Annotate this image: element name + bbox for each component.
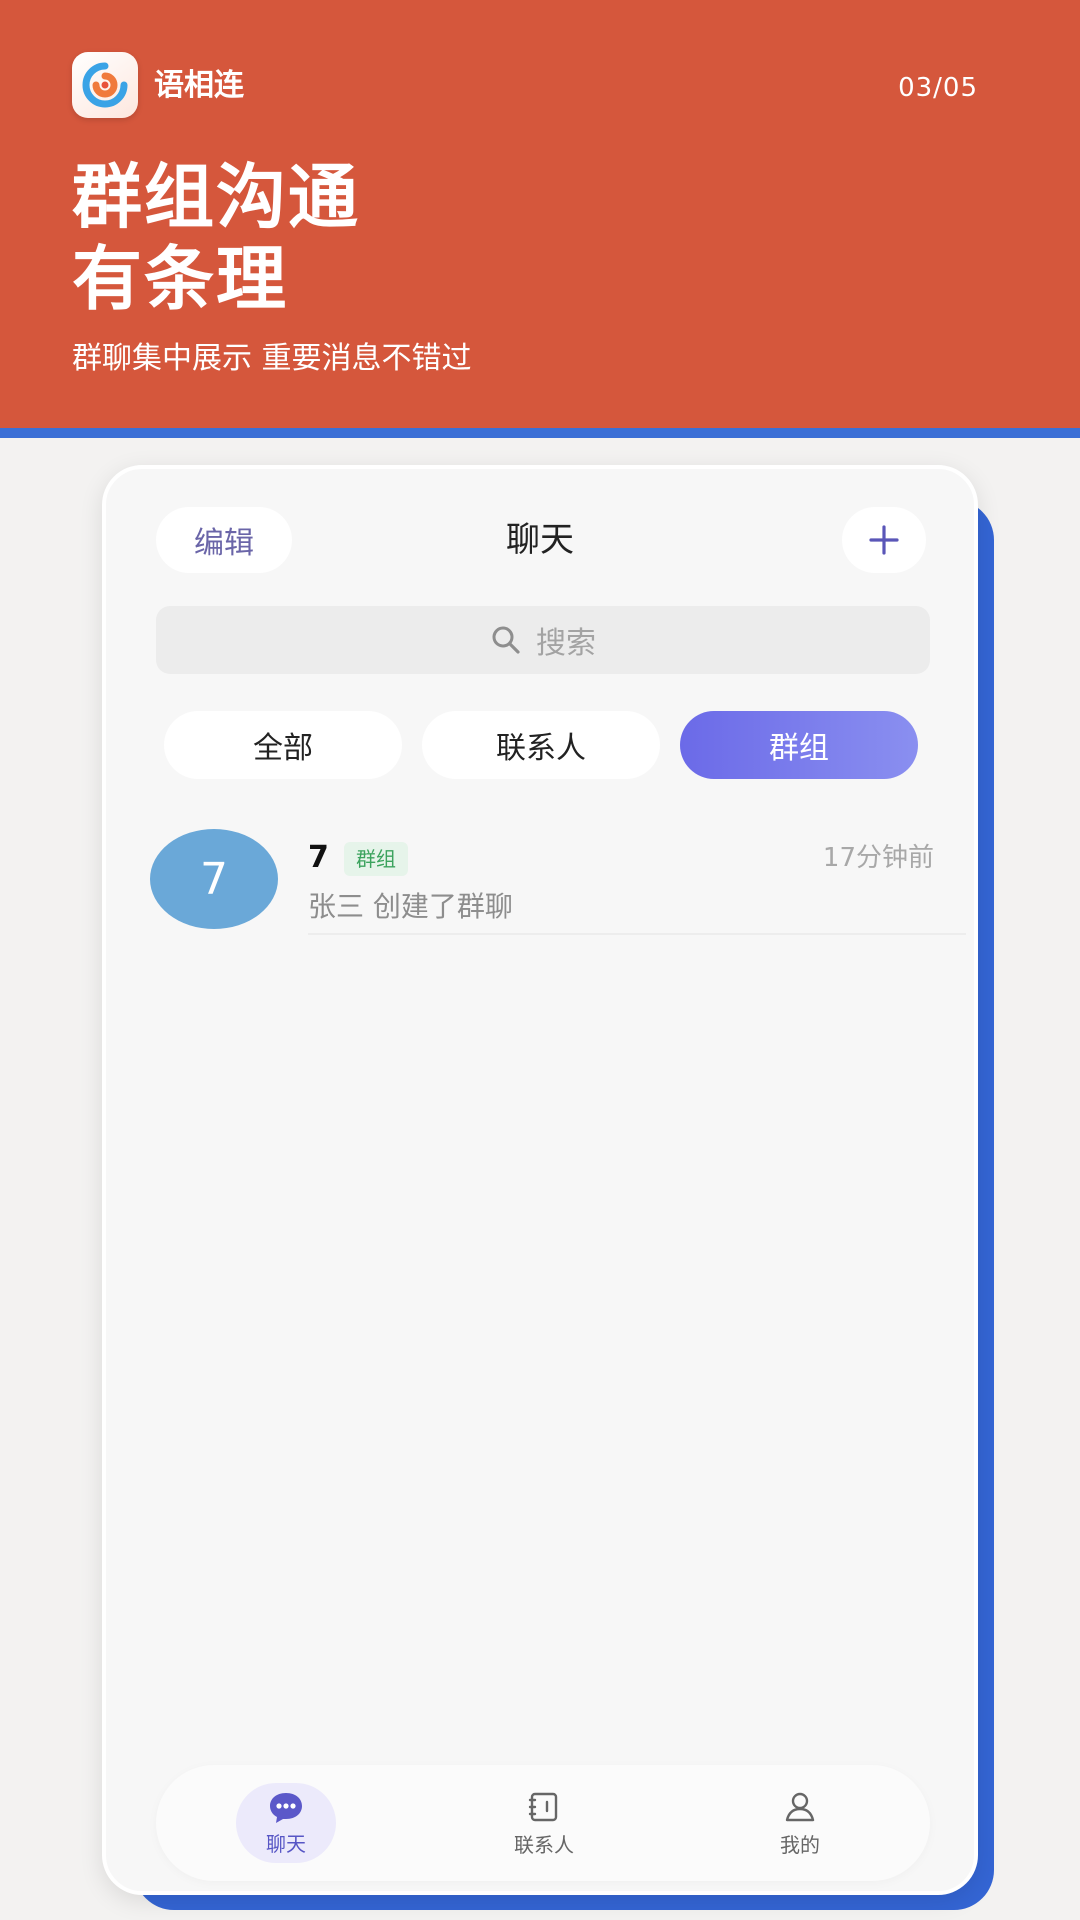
bottom-tab-contacts[interactable]: 联系人 — [474, 1765, 614, 1881]
chat-bubble-icon — [270, 1792, 302, 1823]
bottom-tab-chat-label: 聊天 — [266, 1831, 306, 1856]
chat-last-message: 张三 创建了群聊 — [308, 890, 513, 923]
app-name: 语相连 — [154, 68, 244, 103]
promo-headline-line-1: 群组沟通 — [72, 156, 360, 238]
promo-header: 语相连 03/05 群组沟通 有条理 群聊集中展示 重要消息不错过 — [0, 0, 1080, 428]
app-logo-icon — [82, 62, 128, 108]
add-button[interactable] — [842, 507, 926, 573]
avatar: 7 — [150, 829, 278, 929]
promo-headline-line-2: 有条理 — [72, 238, 288, 320]
user-icon — [785, 1792, 815, 1821]
bottom-tab-chat[interactable]: 聊天 — [216, 1765, 356, 1881]
group-badge: 群组 — [344, 842, 408, 876]
bottom-tab-me-label: 我的 — [780, 1832, 820, 1857]
chat-timestamp: 17分钟前 — [822, 843, 934, 873]
search-icon — [492, 626, 520, 654]
plus-icon — [869, 525, 899, 555]
promo-headline: 群组沟通 有条理 — [72, 156, 360, 320]
tab-groups[interactable]: 群组 — [680, 711, 918, 779]
search-input[interactable]: 搜索 — [156, 606, 930, 674]
bottom-tab-chat-highlight: 聊天 — [236, 1783, 336, 1863]
chat-name: 7 — [308, 840, 329, 875]
search-placeholder: 搜索 — [536, 626, 596, 661]
app-logo — [72, 52, 138, 118]
page-counter: 03/05 — [898, 73, 978, 103]
tab-contacts[interactable]: 联系人 — [422, 711, 660, 779]
address-book-icon — [528, 1792, 558, 1821]
list-divider — [308, 933, 966, 935]
bottom-tab-bar: 聊天 联系人 我的 — [156, 1765, 930, 1881]
promo-subheadline: 群聊集中展示 重要消息不错过 — [72, 341, 472, 376]
bottom-tab-me[interactable]: 我的 — [730, 1765, 870, 1881]
promo-divider-strip — [0, 428, 1080, 438]
tab-all[interactable]: 全部 — [164, 711, 402, 779]
chat-list-item[interactable]: 7 7 群组 17分钟前 张三 创建了群聊 — [106, 809, 974, 939]
bottom-tab-contacts-label: 联系人 — [514, 1832, 574, 1857]
phone-screen: 编辑 聊天 搜索 全部 联系人 群组 7 7 群组 17分钟前 张三 创建了群聊 — [102, 465, 978, 1895]
